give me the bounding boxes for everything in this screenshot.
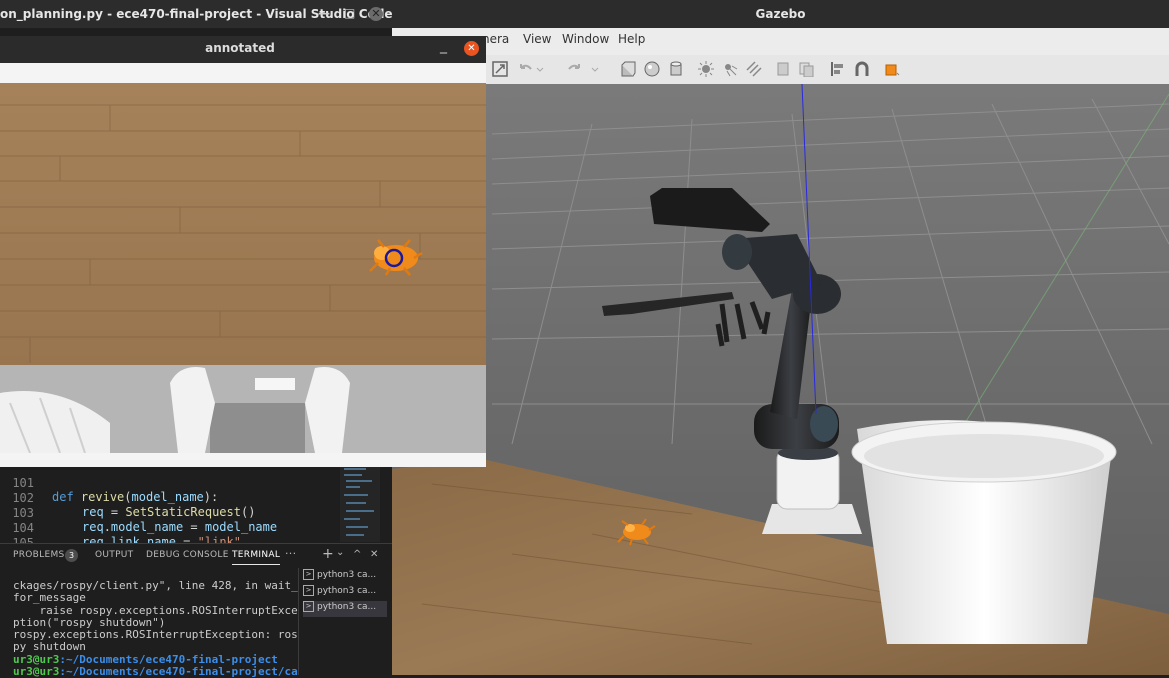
annotated-window: annotated _ ✕: [0, 36, 486, 467]
wood-surface: [0, 83, 486, 365]
menu-view[interactable]: View: [523, 32, 551, 46]
change-view-icon[interactable]: [884, 61, 900, 77]
panel-tabs: PROBLEMS 3 OUTPUT DEBUG CONSOLE TERMINAL…: [0, 543, 392, 568]
terminal-instance-label: python3 ca...: [317, 602, 377, 612]
menu-camera[interactable]: nera: [482, 32, 509, 46]
code-line: 105 req.set_static = False: [0, 522, 241, 564]
paste-icon[interactable]: [798, 61, 814, 77]
code-line: 103 req.model_name = model_name: [0, 492, 277, 534]
robot-shoulder-cap: [810, 406, 838, 442]
terminal-prompt: ur3@ur3:~/Documents/ece470-final-project…: [13, 665, 298, 678]
image-top-margin: [0, 63, 486, 83]
annotated-titlebar: annotated _ ✕: [0, 36, 486, 63]
terminal-instances-list: > python3 ca... > python3 ca... > python3 c…: [298, 568, 393, 675]
translate-icon[interactable]: [492, 61, 508, 77]
vscode-titlebar: on_planning.py - ece470-final-project - …: [0, 0, 393, 28]
minimap[interactable]: [340, 462, 380, 542]
image-bottom-margin: [0, 453, 486, 467]
terminal-instance[interactable]: > python3 ca...: [303, 601, 387, 617]
close-button[interactable]: ✕: [464, 41, 479, 56]
annotated-camera-image: [0, 63, 486, 467]
terminal-instance-label: python3 ca...: [317, 586, 377, 596]
menu-help[interactable]: Help: [618, 32, 645, 46]
terminal-icon: >: [303, 569, 314, 580]
bin-opening: [864, 434, 1104, 478]
minimize-button[interactable]: _: [440, 38, 447, 54]
prompt-user: ur3@ur3: [13, 665, 60, 678]
tab-terminal[interactable]: TERMINAL: [232, 550, 281, 565]
code-text: req = SetStaticRequest(): [82, 505, 256, 519]
robot-base-top: [255, 378, 295, 390]
gazebo-window: Gazebo nera View Window Help: [392, 0, 1169, 675]
tab-problems[interactable]: PROBLEMS: [13, 550, 65, 560]
terminal-line: for_message: [13, 591, 86, 604]
terminal-icon: >: [303, 601, 314, 612]
snap-icon[interactable]: [854, 61, 870, 77]
undo-icon[interactable]: [518, 61, 534, 77]
robot-wrist: [722, 234, 752, 270]
copy-icon[interactable]: [776, 61, 792, 77]
prompt-path: :~/Documents/ece470-final-project/ca: [59, 665, 298, 678]
code-line: 104 req.link_name = "link": [0, 507, 241, 549]
gazebo-titlebar: Gazebo: [392, 0, 1169, 28]
gazebo-toolbar: [486, 55, 1169, 85]
code-text: req.model_name = model_name: [82, 520, 278, 534]
close-button[interactable]: ✕: [369, 7, 383, 21]
vscode-window-title: on_planning.py - ece470-final-project - …: [0, 7, 393, 21]
new-terminal-icon[interactable]: +: [322, 546, 334, 562]
cylinder-icon[interactable]: [668, 61, 684, 77]
align-icon[interactable]: [830, 61, 846, 77]
terminal-instance[interactable]: > python3 ca...: [303, 585, 387, 601]
sphere-icon[interactable]: [644, 61, 660, 77]
gazebo-menubar: nera View Window Help: [392, 28, 1169, 56]
terminal-instance[interactable]: > python3 ca...: [303, 569, 387, 585]
minimap-preview: [344, 468, 374, 536]
more-actions-icon[interactable]: ···: [285, 547, 296, 560]
gazebo-3d-viewport[interactable]: [392, 84, 1169, 675]
terminal-output[interactable]: ckages/rospy/client.py", line 428, in wa…: [0, 568, 298, 678]
code-text: def revive(model_name):: [52, 490, 219, 504]
box-icon[interactable]: [620, 61, 636, 77]
close-panel-icon[interactable]: ✕: [370, 549, 379, 560]
point-light-icon[interactable]: [698, 61, 714, 77]
code-editor[interactable]: 101 def revive(model_name): 102 req = Se…: [0, 462, 392, 564]
robot-base-shadow: [210, 403, 305, 453]
tab-debug-console[interactable]: DEBUG CONSOLE: [146, 550, 229, 560]
maximize-panel-icon[interactable]: ^: [353, 549, 362, 560]
minimize-button[interactable]: —: [318, 6, 330, 20]
redo-icon[interactable]: [566, 61, 582, 77]
undo-dropdown-icon[interactable]: [536, 61, 544, 77]
terminal-icon: >: [303, 585, 314, 596]
terminal-instance-label: python3 ca...: [317, 570, 377, 580]
directional-light-icon[interactable]: [746, 61, 762, 77]
tab-output[interactable]: OUTPUT: [95, 550, 133, 560]
redo-dropdown-icon[interactable]: [591, 61, 599, 77]
annotated-window-title: annotated: [205, 41, 275, 55]
terminal-line: py shutdown: [13, 640, 86, 653]
problems-count-badge: 3: [65, 549, 78, 562]
gazebo-window-title: Gazebo: [755, 7, 806, 21]
code-line: 102 req = SetStaticRequest(): [0, 477, 255, 519]
terminal-dropdown-icon[interactable]: ⌄: [336, 547, 345, 558]
maximize-button[interactable]: □: [344, 6, 355, 20]
menu-window[interactable]: Window: [562, 32, 609, 46]
spot-light-icon[interactable]: [722, 61, 738, 77]
